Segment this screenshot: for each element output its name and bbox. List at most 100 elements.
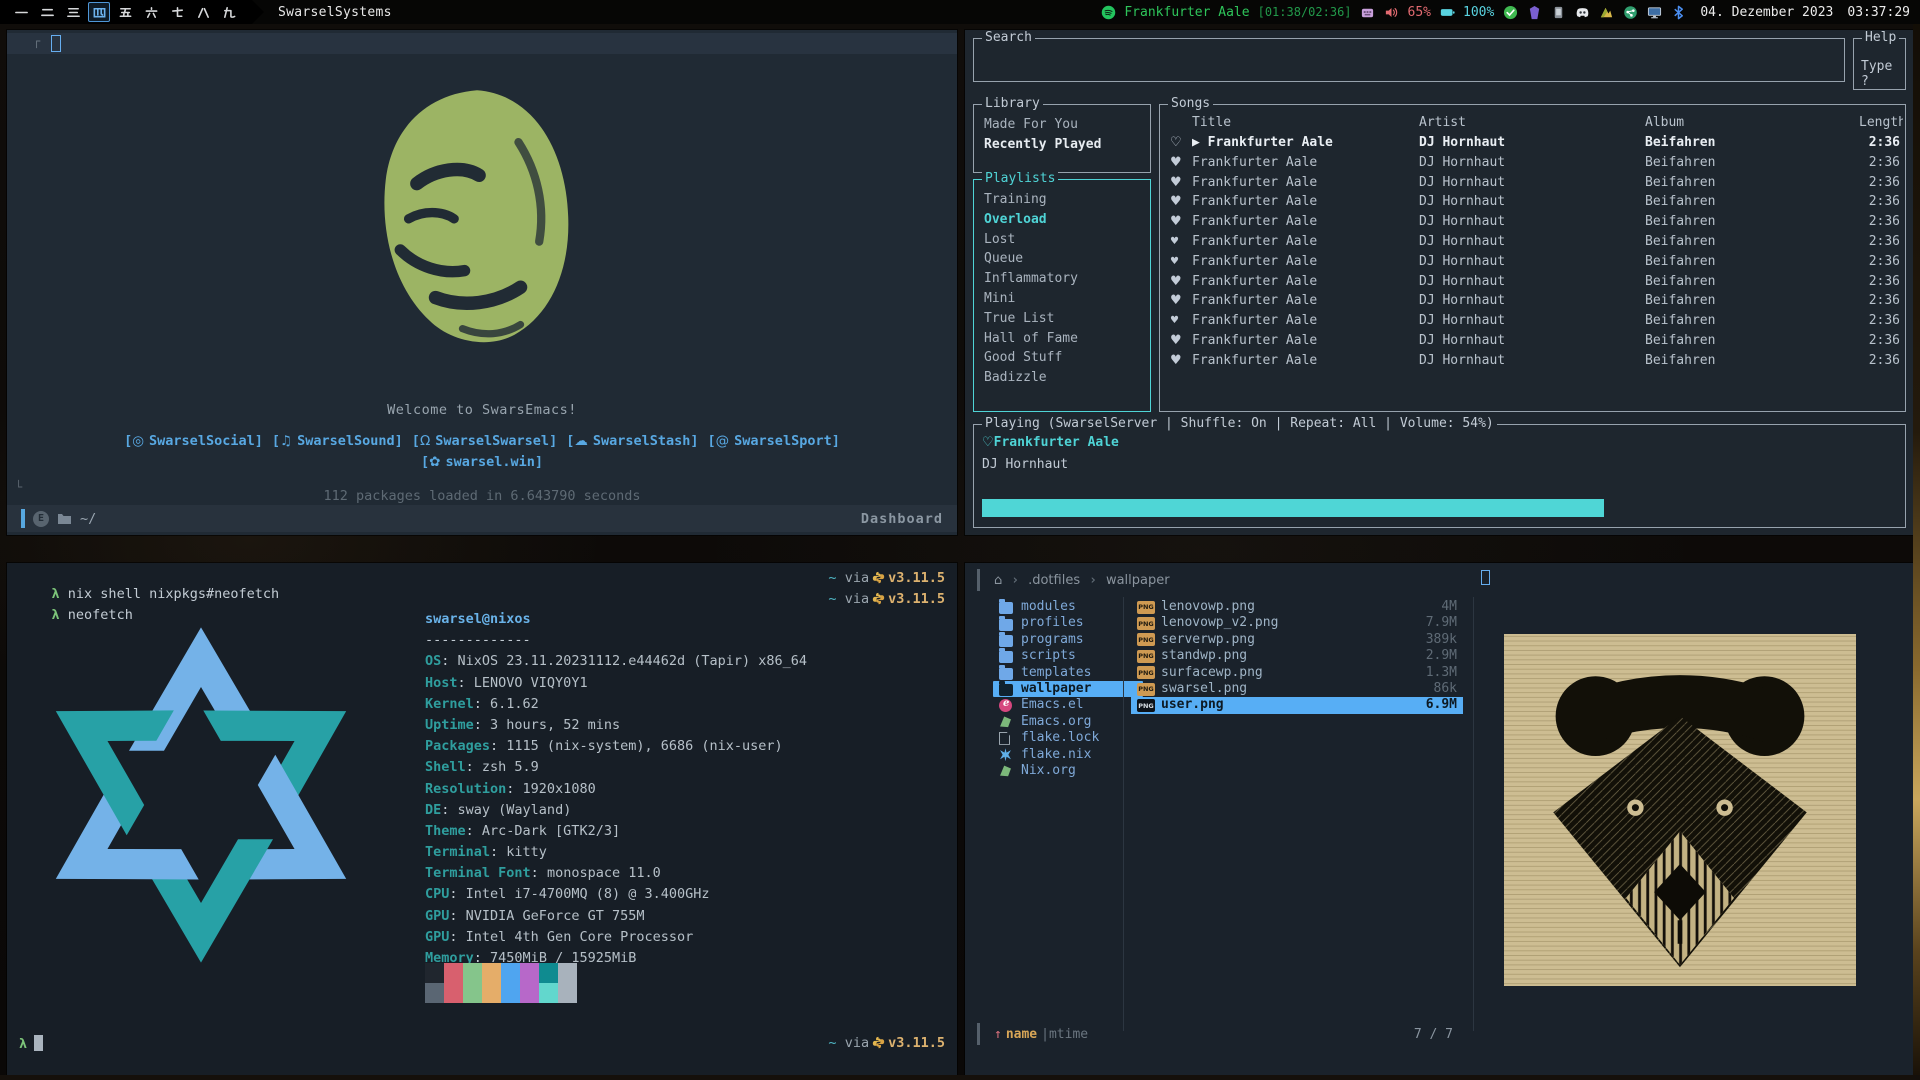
liked-heart-icon[interactable]: ♥ — [1166, 331, 1192, 351]
dashboard-link-button[interactable]: ◎SwarselSocial — [124, 433, 263, 449]
file-row[interactable]: PNG standwp.png 2.9M — [1131, 648, 1463, 664]
song-row[interactable]: ♥ Frankfurter Aale DJ Hornhaut Beifahren… — [1160, 351, 1903, 371]
music-player-window[interactable]: Search Help Type ? Library Made For YouR… — [965, 30, 1913, 535]
spotify-icon[interactable] — [1100, 4, 1116, 20]
syncthing-tray-icon[interactable] — [1622, 4, 1638, 20]
liked-heart-icon[interactable]: ♥ — [1166, 272, 1192, 292]
liked-heart-icon[interactable]: ♥ — [1166, 252, 1192, 272]
directory-row[interactable]: templates — [993, 665, 1143, 681]
directory-row[interactable]: Emacs.org — [993, 714, 1143, 730]
length-column-header[interactable]: Length — [1859, 113, 1903, 133]
playlist-item[interactable]: Hall of Fame — [974, 329, 1150, 349]
song-row[interactable]: ♥ Frankfurter Aale DJ Hornhaut Beifahren… — [1160, 173, 1903, 193]
playlist-item[interactable]: Queue — [974, 249, 1150, 269]
file-row[interactable]: PNG lenovowp.png 4M — [1131, 599, 1463, 615]
segment-label[interactable]: ⌂ — [994, 573, 1002, 588]
directory-row[interactable]: flake.lock — [993, 730, 1143, 746]
sort-indicator[interactable]: ↑ name |mtime — [994, 1027, 1088, 1042]
modeline-directory[interactable]: ~/ — [80, 511, 96, 527]
liked-heart-icon[interactable]: ♥ — [1166, 311, 1192, 331]
swarsel-win-button[interactable]: ✿swarsel.win — [421, 454, 543, 470]
file-row[interactable]: PNG user.png 6.9M — [1131, 697, 1463, 713]
playlist-item[interactable]: Good Stuff — [974, 348, 1150, 368]
directory-row[interactable]: scripts — [993, 648, 1143, 664]
file-manager-window[interactable]: ⌂›.dotfiles›wallpaper modules profiles p… — [965, 563, 1913, 1075]
input-method-icon[interactable] — [1360, 4, 1376, 20]
emacs-dashboard-window[interactable]: ┌ Welcome to SwarsEmacs! ◎SwarselSocial♫… — [7, 30, 957, 535]
dashboard-link-button[interactable]: ☁SwarselStash — [566, 433, 698, 449]
library-item[interactable]: Recently Played — [974, 135, 1150, 155]
file-row[interactable]: PNG swarsel.png 86k — [1131, 681, 1463, 697]
segment-label[interactable]: wallpaper — [1106, 573, 1170, 588]
kitty-terminal-window[interactable]: λ nix shell nixpkgs#neofetch ~ viav3.11.… — [7, 563, 957, 1075]
song-row[interactable]: ♥ Frankfurter Aale DJ Hornhaut Beifahren… — [1160, 291, 1903, 311]
volume-level[interactable]: 65% — [1408, 5, 1431, 20]
liked-heart-icon[interactable]: ♥ — [1166, 232, 1192, 252]
playlist-item[interactable]: Inflammatory — [974, 269, 1150, 289]
workspace-7[interactable] — [166, 2, 188, 22]
breadcrumb-segment[interactable]: ⌂ — [994, 573, 1002, 588]
workspace-8[interactable] — [192, 2, 214, 22]
bluetooth-tray-icon[interactable] — [1670, 4, 1686, 20]
workspace-2[interactable] — [36, 2, 58, 22]
now-playing-track[interactable]: Frankfurter Aale — [1124, 5, 1249, 20]
playlist-item[interactable]: Lost — [974, 230, 1150, 250]
password-manager-tray-icon[interactable] — [1526, 4, 1542, 20]
directory-row[interactable]: wallpaper — [993, 681, 1143, 697]
workspace-9[interactable] — [218, 2, 240, 22]
display-tray-icon[interactable] — [1646, 4, 1662, 20]
liked-heart-icon[interactable]: ♥ — [1166, 291, 1192, 311]
dashboard-link-button[interactable]: @SwarselSport — [708, 433, 840, 449]
breadcrumb-segment[interactable]: ›wallpaper — [1089, 573, 1169, 588]
checkmark-tray-icon[interactable] — [1502, 4, 1518, 20]
workspace-6[interactable] — [140, 2, 162, 22]
song-row[interactable]: ♥ Frankfurter Aale DJ Hornhaut Beifahren… — [1160, 232, 1903, 252]
liked-heart-icon[interactable]: ♥ — [1166, 192, 1192, 212]
song-row[interactable]: ♥ Frankfurter Aale DJ Hornhaut Beifahren… — [1160, 272, 1903, 292]
playlist-item[interactable]: Overload — [974, 210, 1150, 230]
directory-row[interactable]: programs — [993, 632, 1143, 648]
progress-track[interactable] — [982, 499, 1897, 517]
discord-tray-icon[interactable] — [1574, 4, 1590, 20]
directory-row[interactable]: modules — [993, 599, 1143, 615]
liked-heart-icon[interactable]: ♥ — [1166, 351, 1192, 371]
liked-heart-icon[interactable]: ♥ — [1166, 153, 1192, 173]
liked-heart-icon[interactable]: ♥ — [1166, 173, 1192, 193]
file-row[interactable]: PNG serverwp.png 389k — [1131, 632, 1463, 648]
games-tray-icon[interactable] — [1598, 4, 1614, 20]
workspace-3[interactable] — [62, 2, 84, 22]
directory-row[interactable]: Nix.org — [993, 763, 1143, 779]
directory-row[interactable]: flake.nix — [993, 747, 1143, 763]
kdeconnect-tray-icon[interactable] — [1550, 4, 1566, 20]
liked-heart-icon[interactable]: ♡ — [982, 435, 994, 450]
dashboard-link-button[interactable]: ♫SwarselSound — [272, 433, 403, 449]
library-item[interactable]: Made For You — [974, 115, 1150, 135]
date-display[interactable]: 04. Dezember 2023 — [1700, 5, 1833, 20]
song-row[interactable]: ♥ Frankfurter Aale DJ Hornhaut Beifahren… — [1160, 252, 1903, 272]
title-column-header[interactable]: Title — [1192, 113, 1419, 133]
directory-row[interactable]: Emacs.el — [993, 697, 1143, 713]
segment-label[interactable]: .dotfiles — [1028, 573, 1080, 588]
workspace-4-active[interactable] — [88, 2, 110, 22]
search-box[interactable]: Search — [973, 38, 1845, 82]
song-row[interactable]: ♥ Frankfurter Aale DJ Hornhaut Beifahren… — [1160, 153, 1903, 173]
major-mode-label[interactable]: Dashboard — [861, 511, 943, 527]
liked-heart-icon[interactable]: ♥ — [1166, 212, 1192, 232]
dashboard-link-button[interactable]: ΩSwarselSwarsel — [412, 433, 557, 449]
artist-column-header[interactable]: Artist — [1419, 113, 1645, 133]
file-row[interactable]: PNG surfacewp.png 1.3M — [1131, 665, 1463, 681]
playlist-item[interactable]: True List — [974, 309, 1150, 329]
song-row[interactable]: ♥ Frankfurter Aale DJ Hornhaut Beifahren… — [1160, 311, 1903, 331]
song-row[interactable]: ♥ Frankfurter Aale DJ Hornhaut Beifahren… — [1160, 212, 1903, 232]
workspace-5[interactable] — [114, 2, 136, 22]
album-column-header[interactable]: Album — [1645, 113, 1859, 133]
workspace-1[interactable] — [10, 2, 32, 22]
playlist-item[interactable]: Badizzle — [974, 368, 1150, 388]
liked-heart-icon[interactable]: ♡ — [1166, 133, 1192, 153]
battery-level[interactable]: 100% — [1463, 5, 1494, 20]
breadcrumb-segment[interactable]: ›.dotfiles — [1011, 573, 1080, 588]
file-row[interactable]: PNG lenovowp_v2.png 7.9M — [1131, 615, 1463, 631]
song-row[interactable]: ♥ Frankfurter Aale DJ Hornhaut Beifahren… — [1160, 192, 1903, 212]
song-row[interactable]: ♥ Frankfurter Aale DJ Hornhaut Beifahren… — [1160, 331, 1903, 351]
clock-display[interactable]: 03:37:29 — [1847, 5, 1910, 20]
